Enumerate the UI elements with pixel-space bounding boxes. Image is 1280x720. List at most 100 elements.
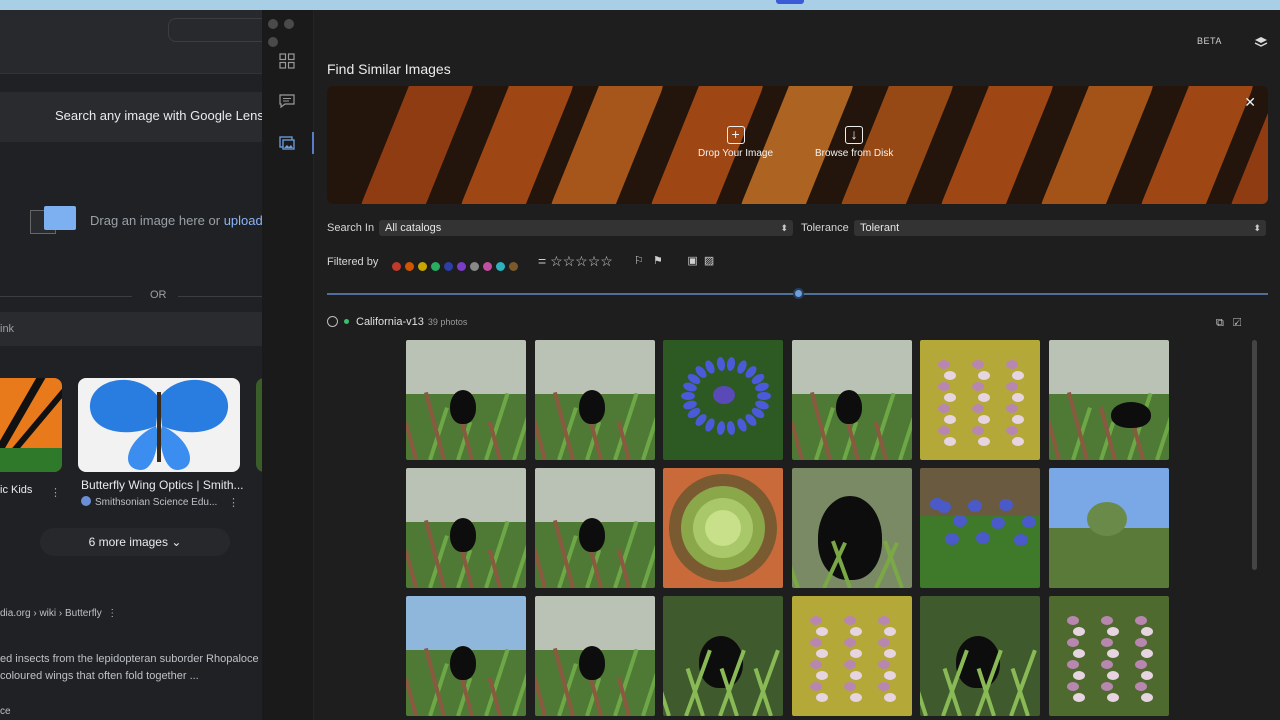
select-arrows-icon: ⬍	[780, 223, 788, 233]
color-swatch[interactable]	[431, 262, 440, 271]
browser-topbar	[0, 10, 262, 74]
photo-thumbnail[interactable]	[920, 596, 1040, 716]
select-all-icon[interactable]: ☑	[1233, 317, 1241, 329]
beta-badge: BETA	[1197, 36, 1222, 46]
group-name: California-v13	[356, 316, 424, 328]
side-rail	[262, 10, 314, 720]
zoom-window-button[interactable]	[268, 37, 278, 47]
filtered-by-label: Filtered by	[327, 256, 379, 268]
similar-images-icon[interactable]	[278, 134, 296, 152]
color-swatch[interactable]	[405, 262, 414, 271]
image-upload-icon	[30, 206, 76, 236]
image-icon[interactable]: ▨	[704, 255, 714, 267]
search-in-label: Search In	[327, 222, 375, 234]
color-swatch[interactable]	[509, 262, 518, 271]
photo-thumbnail[interactable]	[791, 468, 912, 588]
drop-your-image-option[interactable]: + Drop Your Image	[698, 126, 773, 159]
window-controls	[268, 16, 313, 52]
photo-thumbnail[interactable]	[534, 468, 655, 588]
wiki-breadcrumb[interactable]: dia.org › wiki › Butterfly ⋮	[0, 608, 117, 619]
color-swatch[interactable]	[392, 262, 401, 271]
close-icon[interactable]: ✕	[1244, 94, 1256, 111]
scrollbar[interactable]	[1252, 340, 1257, 570]
color-swatch[interactable]	[418, 262, 427, 271]
photo-thumbnail[interactable]	[663, 596, 783, 716]
source-favicon-icon	[81, 496, 91, 506]
photo-thumbnail[interactable]	[406, 468, 526, 588]
result2-source: Smithsonian Science Edu...	[81, 496, 217, 508]
photo-thumbnail[interactable]	[791, 596, 912, 716]
color-swatch[interactable]	[483, 262, 492, 271]
desktop-top-strip	[0, 0, 1280, 10]
photo-thumbnail[interactable]	[920, 340, 1040, 460]
color-swatch[interactable]	[496, 262, 505, 271]
photo-thumbnail[interactable]	[663, 468, 783, 588]
color-label-filters	[392, 258, 522, 276]
lens-results	[0, 378, 262, 478]
more-images-button[interactable]: 6 more images ⌄	[40, 528, 230, 556]
photo-thumbnail[interactable]	[920, 468, 1040, 588]
result2-menu-icon[interactable]: ⋮	[228, 496, 239, 509]
lens-header: Search any image with Google Lens	[0, 92, 262, 142]
tolerance-select[interactable]: Tolerant ⬍	[854, 220, 1266, 236]
wiki-menu-icon[interactable]: ⋮	[107, 608, 117, 619]
result-thumbnail-monarch[interactable]	[0, 378, 62, 472]
search-in-select[interactable]: All catalogs ⬍	[379, 220, 793, 236]
stack-icon[interactable]: ⧉	[1216, 317, 1224, 329]
lens-title: Search any image with Google Lens	[55, 108, 262, 123]
layers-icon[interactable]	[1254, 36, 1268, 50]
or-label: OR	[150, 289, 167, 301]
photo-thumbnail[interactable]	[791, 340, 912, 460]
image-drop-banner[interactable]: + Drop Your Image ↓ Browse from Disk ✕	[327, 86, 1268, 204]
upload-link[interactable]: upload	[224, 213, 262, 228]
or-divider: OR	[0, 289, 262, 303]
photo-thumbnail[interactable]	[663, 340, 783, 460]
photo-thumbnail[interactable]	[406, 596, 526, 716]
result2-title[interactable]: Butterfly Wing Optics | Smith...	[81, 478, 244, 492]
drop-instructions: Drag an image here or upload	[90, 213, 262, 228]
clock-icon	[327, 316, 338, 327]
google-lens-panel: Search any image with Google Lens Drag a…	[0, 10, 262, 720]
flag-filters: ⚐ ⚑ ▣ ▨	[634, 254, 714, 267]
paste-link-input[interactable]: ink	[0, 312, 262, 346]
photo-thumbnail[interactable]	[406, 340, 526, 460]
slider-knob[interactable]	[792, 288, 804, 299]
morpho-butterfly-image	[89, 379, 229, 471]
browser-search-box[interactable]	[168, 18, 262, 42]
browse-from-disk-option[interactable]: ↓ Browse from Disk	[815, 126, 893, 159]
app-window: BETA Find Similar Images + Drop Your Imag…	[262, 10, 1280, 720]
color-swatch[interactable]	[444, 262, 453, 271]
group-actions: ⧉ ☑	[1216, 317, 1241, 330]
photo-thumbnail[interactable]	[1048, 468, 1169, 588]
menubar-indicator	[776, 0, 804, 4]
color-swatch[interactable]	[470, 262, 479, 271]
color-swatch[interactable]	[457, 262, 466, 271]
group-header[interactable]: California-v13 39 photos	[327, 316, 467, 328]
chevron-down-icon: ⌄	[171, 535, 182, 549]
wiki-snippet: ed insects from the lepidopteran suborde…	[0, 653, 259, 682]
chat-icon[interactable]	[278, 92, 296, 110]
result-thumbnail-morpho[interactable]	[78, 378, 240, 472]
status-dot	[344, 319, 349, 324]
similarity-slider[interactable]	[327, 288, 1268, 299]
minimize-window-button[interactable]	[284, 19, 294, 29]
download-icon: ↓	[845, 126, 864, 144]
wiki-snippet-more: ce	[0, 706, 11, 717]
photo-thumbnail[interactable]	[1048, 596, 1169, 716]
select-arrows-icon: ⬍	[1253, 223, 1261, 233]
rating-filter[interactable]: = ☆☆☆☆☆	[538, 253, 613, 270]
flag-icon[interactable]: ⚐	[634, 255, 644, 267]
group-count: 39 photos	[427, 317, 468, 327]
active-tab-indicator	[312, 132, 314, 154]
unflag-icon[interactable]: ⚑	[653, 255, 663, 267]
close-window-button[interactable]	[268, 19, 278, 29]
grid-icon[interactable]	[278, 52, 296, 70]
add-image-icon: +	[726, 126, 745, 144]
result1-menu-icon[interactable]: ⋮	[50, 486, 61, 499]
photo-thumbnail[interactable]	[1048, 340, 1169, 460]
photo-thumbnail[interactable]	[534, 596, 655, 716]
lens-drop-zone[interactable]: Drag an image here or upload	[0, 180, 262, 270]
page-title: Find Similar Images	[327, 61, 451, 77]
video-icon[interactable]: ▣	[687, 255, 697, 267]
photo-thumbnail[interactable]	[534, 340, 655, 460]
